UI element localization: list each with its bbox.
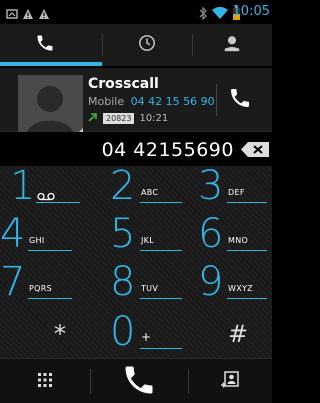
- contact-number-line: Mobile 04 42 15 56 90: [88, 95, 215, 108]
- key-digit: 6: [198, 211, 224, 257]
- call-badge: 20823: [103, 113, 135, 124]
- hash-symbol: #: [228, 320, 249, 348]
- key-underline: [36, 202, 80, 203]
- key-digit: 2: [110, 163, 136, 209]
- key-digit: 5: [110, 211, 136, 257]
- dialpad: 1 2 ABC 3 DEF 4 GHI 5 JKL 6 MNO 7 PQRS 8…: [0, 166, 272, 358]
- key-underline: [140, 250, 182, 251]
- outgoing-call-icon: [88, 112, 98, 125]
- tab-contacts[interactable]: [192, 24, 272, 66]
- phone-icon: [228, 89, 252, 114]
- dialpad-icon: [37, 372, 53, 392]
- key-digit: 3: [198, 163, 224, 209]
- add-contact-button[interactable]: [188, 359, 272, 403]
- star-symbol: *: [54, 320, 66, 348]
- key-underline: [227, 298, 267, 299]
- key-plus: +: [141, 330, 152, 344]
- wifi-icon: [212, 5, 228, 24]
- status-bar: 10:05: [0, 0, 272, 24]
- toggle-dialpad-button[interactable]: [0, 359, 90, 403]
- contact-name: Crosscall: [88, 76, 159, 92]
- key-5[interactable]: 5 JKL: [110, 214, 190, 262]
- key-letters: PQRS: [29, 284, 52, 293]
- key-digit: 8: [110, 259, 136, 305]
- key-letters: MNO: [228, 236, 249, 245]
- key-letters: TUV: [141, 284, 159, 293]
- key-letters: JKL: [141, 236, 154, 245]
- key-underline: [140, 202, 182, 203]
- avatar: [18, 75, 83, 137]
- backspace-button[interactable]: [240, 141, 270, 158]
- number-type: Mobile: [88, 95, 125, 108]
- tab-bar: [0, 24, 272, 66]
- key-letters: GHI: [29, 236, 45, 245]
- backspace-icon: [240, 142, 270, 162]
- key-underline: [140, 348, 182, 349]
- active-tab-indicator: [0, 62, 102, 66]
- key-digit: 7: [0, 259, 26, 305]
- tab-dialer[interactable]: [0, 24, 90, 66]
- key-digit: 9: [198, 259, 224, 305]
- call-contact-button[interactable]: [228, 86, 256, 114]
- key-0[interactable]: 0 +: [110, 312, 190, 360]
- clock-icon: [138, 34, 156, 56]
- key-1[interactable]: 1: [10, 166, 90, 214]
- key-9[interactable]: 9 WXYZ: [198, 262, 272, 310]
- key-2[interactable]: 2 ABC: [110, 166, 190, 214]
- key-letters: WXYZ: [228, 284, 253, 293]
- warning-icon: [38, 5, 50, 24]
- key-star[interactable]: *: [0, 312, 110, 360]
- person-icon: [223, 34, 241, 56]
- key-digit: 4: [0, 211, 26, 257]
- status-time: 10:05: [232, 4, 270, 19]
- call-button[interactable]: [90, 359, 188, 403]
- key-6[interactable]: 6 MNO: [198, 214, 272, 262]
- call-meta: 20823 10:21: [88, 112, 168, 125]
- dialed-digits: 04 42155690: [101, 139, 234, 161]
- call-time: 10:21: [139, 113, 169, 124]
- key-7[interactable]: 7 PQRS: [0, 262, 90, 310]
- key-letters: DEF: [228, 188, 245, 197]
- key-8[interactable]: 8 TUV: [110, 262, 190, 310]
- key-underline: [227, 250, 267, 251]
- key-digit: 1: [10, 163, 36, 209]
- notification-icon: [6, 5, 18, 24]
- key-underline: [28, 298, 72, 299]
- dialed-number-field[interactable]: 04 42155690: [0, 132, 272, 166]
- key-3[interactable]: 3 DEF: [198, 166, 272, 214]
- key-letters: ABC: [141, 188, 159, 197]
- tab-call-log[interactable]: [102, 24, 192, 66]
- dialer-action-bar: [0, 358, 272, 403]
- key-underline: [140, 298, 182, 299]
- key-4[interactable]: 4 GHI: [0, 214, 90, 262]
- card-divider: [216, 84, 217, 116]
- key-hash[interactable]: #: [198, 312, 272, 360]
- contact-number: 04 42 15 56 90: [130, 95, 215, 108]
- key-underline: [227, 202, 267, 203]
- add-contact-icon: [220, 370, 240, 394]
- key-digit: 0: [110, 309, 136, 355]
- warning-icon: [22, 5, 34, 24]
- key-underline: [28, 250, 72, 251]
- phone-icon: [35, 33, 55, 57]
- call-icon: [121, 362, 157, 402]
- bluetooth-icon: [198, 5, 208, 24]
- contact-suggestion[interactable]: Crosscall Mobile 04 42 15 56 90 20823 10…: [0, 68, 272, 137]
